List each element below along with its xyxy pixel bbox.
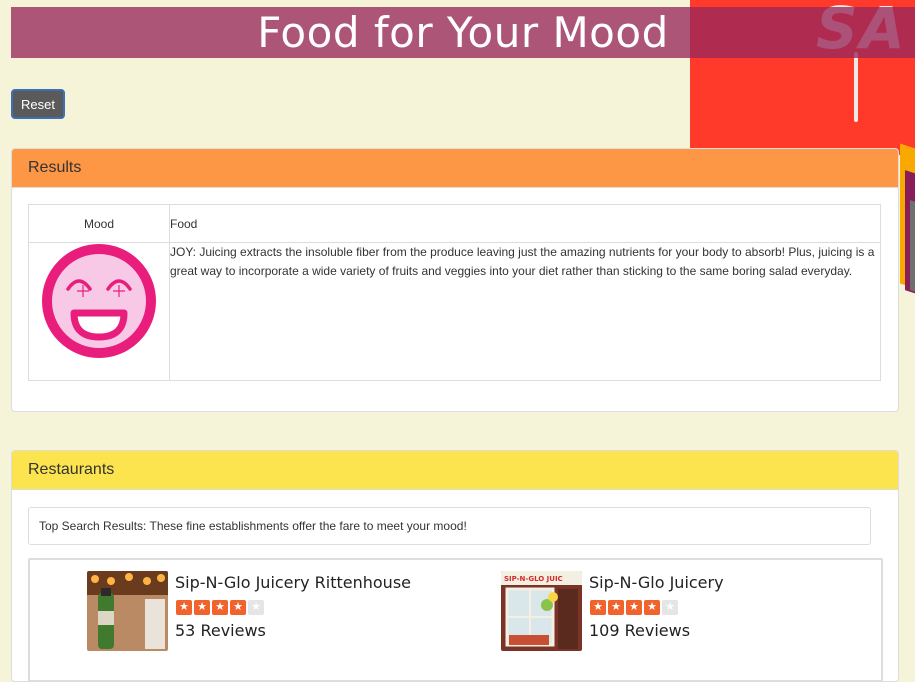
restaurants-panel: Restaurants Top Search Results: These fi…	[11, 450, 899, 682]
title-banner: Food for Your Mood	[11, 7, 915, 58]
star-icon: ★	[626, 600, 642, 615]
star-empty-icon: ★	[662, 600, 678, 615]
food-description: JOY: Juicing extracts the insoluble fibe…	[169, 242, 881, 381]
restaurant-name[interactable]: Sip-N-Glo Juicery	[589, 573, 724, 592]
storefront-sign-text: SIP-N-GLO JUIC	[504, 575, 563, 583]
results-panel: Results Mood Food JOY: Juicing extracts …	[11, 148, 899, 412]
star-icon: ★	[230, 600, 246, 615]
rating-stars: ★ ★ ★ ★ ★	[176, 600, 264, 615]
restaurants-heading: Restaurants	[12, 451, 898, 490]
review-count: 109 Reviews	[589, 621, 691, 640]
star-empty-icon: ★	[248, 600, 264, 615]
restaurant-list: Sip-N-Glo Juicery Rittenhouse ★ ★ ★ ★ ★ …	[28, 558, 883, 681]
star-icon: ★	[590, 600, 606, 615]
restaurant-name[interactable]: Sip-N-Glo Juicery Rittenhouse	[175, 573, 411, 592]
restaurant-thumbnail[interactable]: SIP-N-GLO JUIC	[501, 571, 582, 651]
restaurant-thumbnail[interactable]	[87, 571, 168, 651]
reset-button[interactable]: Reset	[11, 89, 65, 119]
page-title: Food for Your Mood	[257, 8, 669, 57]
top-results-intro: Top Search Results: These fine establish…	[28, 507, 871, 545]
star-icon: ★	[176, 600, 192, 615]
star-icon: ★	[644, 600, 660, 615]
column-header-mood: Mood	[28, 204, 170, 243]
review-count: 53 Reviews	[175, 621, 266, 640]
mood-cell	[28, 242, 170, 381]
joy-face-icon	[42, 244, 156, 358]
rating-stars: ★ ★ ★ ★ ★	[590, 600, 678, 615]
star-icon: ★	[194, 600, 210, 615]
results-heading: Results	[12, 149, 898, 188]
star-icon: ★	[608, 600, 624, 615]
star-icon: ★	[212, 600, 228, 615]
column-header-food: Food	[169, 204, 881, 243]
table-row: JOY: Juicing extracts the insoluble fibe…	[28, 242, 881, 381]
results-table: Mood Food JOY: Juicing extracts the inso…	[28, 204, 881, 381]
